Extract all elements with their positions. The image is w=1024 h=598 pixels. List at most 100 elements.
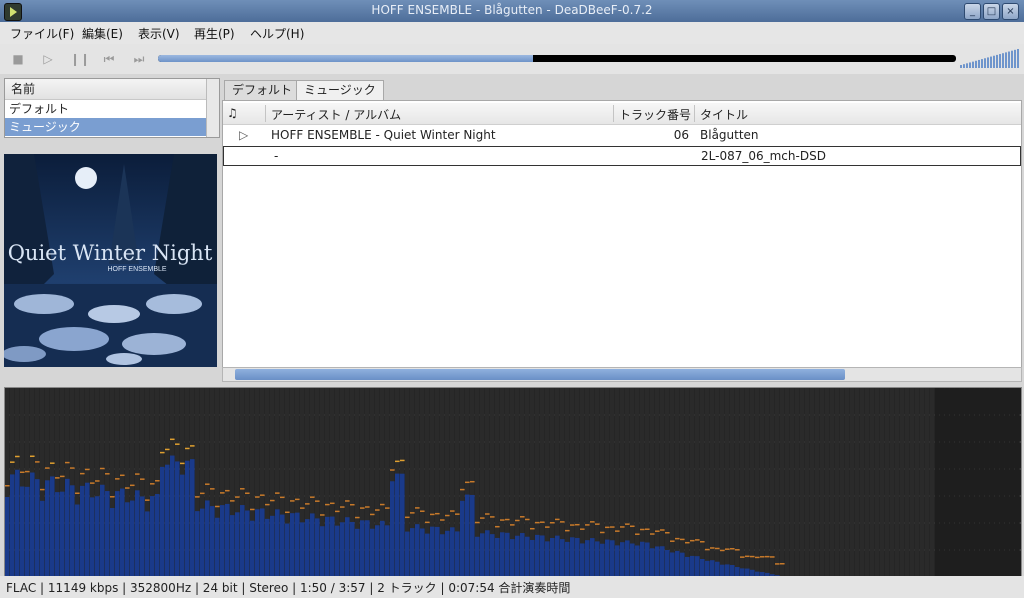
spectrum-bar <box>115 491 120 577</box>
menu-bar: ファイル(F) 編集(E) 表示(V) 再生(P) ヘルプ(H) <box>0 22 1024 45</box>
spectrum-peak <box>405 516 410 519</box>
volume-step <box>972 61 974 68</box>
menu-playback[interactable]: 再生(P) <box>194 25 235 42</box>
spectrum-peak <box>260 494 265 496</box>
album-art: Quiet Winter Night HOFF ENSEMBLE <box>4 154 217 367</box>
spectrum-peak <box>270 499 275 502</box>
play-icon[interactable]: ▷ <box>39 50 57 68</box>
cell-artist-album: - <box>274 149 279 163</box>
scrollbar-thumb[interactable] <box>235 369 845 380</box>
spectrum-peak <box>560 521 565 523</box>
menu-help[interactable]: ヘルプ(H) <box>250 25 304 42</box>
spectrum-bar <box>420 528 425 577</box>
spectrum-peak <box>310 496 315 498</box>
spectrum-peak <box>660 529 665 531</box>
spectrum-bar <box>355 528 360 577</box>
spectrum-bar <box>585 540 590 577</box>
playlist-scrollbar[interactable] <box>206 79 219 137</box>
spectrum-peak <box>750 555 755 558</box>
spectrum-peak <box>450 510 455 512</box>
tab-default[interactable]: デフォルト <box>224 80 301 100</box>
spectrum-bar <box>500 532 505 577</box>
spectrum-bar <box>200 508 205 577</box>
spectrum-peak <box>595 523 600 525</box>
spectrum-peak <box>695 539 700 541</box>
spectrum-peak <box>60 475 65 478</box>
title-bar: HOFF ENSEMBLE - Blågutten - DeaDBeeF-0.7… <box>0 0 1024 22</box>
spectrum-peak <box>775 563 780 565</box>
maximize-button[interactable]: □ <box>983 3 1000 20</box>
spectrum-bar <box>300 522 305 577</box>
menu-edit[interactable]: 編集(E) <box>82 25 123 42</box>
spectrum-bar-background <box>890 388 895 577</box>
volume-step <box>987 57 989 68</box>
spectrum-peak <box>195 496 200 498</box>
minimize-button[interactable]: _ <box>964 3 981 20</box>
column-track-number[interactable]: トラック番号 <box>619 106 691 123</box>
column-separator[interactable] <box>613 105 614 122</box>
playlist-item-music[interactable]: ミュージック <box>5 118 219 136</box>
spectrum-peak <box>120 474 125 477</box>
status-bar: FLAC | 11149 kbps | 352800Hz | 24 bit | … <box>0 576 1024 598</box>
spectrum-peak <box>55 477 60 479</box>
spectrum-bar <box>465 494 470 577</box>
volume-bar[interactable] <box>958 48 1020 70</box>
seek-bar[interactable] <box>158 55 956 62</box>
spectrum-bar <box>70 485 75 577</box>
column-title[interactable]: タイトル <box>700 106 748 123</box>
spectrum-peak <box>170 438 175 441</box>
tab-music[interactable]: ミュージック <box>296 80 384 100</box>
spectrum-bar <box>260 508 265 577</box>
spectrum-bar <box>225 503 230 577</box>
spectrum-bar-background <box>895 388 900 577</box>
playlist-item-default[interactable]: デフォルト <box>5 100 219 118</box>
playlist-header[interactable]: 名前 <box>5 79 219 100</box>
spectrum-peak <box>240 488 245 490</box>
spectrum-peak <box>565 529 570 532</box>
column-playing[interactable]: ♫ <box>227 106 238 120</box>
column-artist-album[interactable]: アーティスト / アルバム <box>271 106 401 123</box>
track-row[interactable]: ▷ HOFF ENSEMBLE - Quiet Winter Night 06 … <box>223 125 1021 145</box>
spectrum-bar <box>505 532 510 577</box>
track-row[interactable]: - 2L-087_06_mch-DSD <box>223 146 1021 166</box>
spectrum-peak <box>75 492 80 495</box>
spectrum-peak <box>125 487 130 489</box>
spectrum-peak <box>390 469 395 471</box>
spectrum-bar <box>290 513 295 577</box>
spectrum-peak <box>445 514 450 517</box>
spectrum-peak <box>585 524 590 526</box>
close-button[interactable]: × <box>1002 3 1019 20</box>
spectrum-peak <box>500 519 505 521</box>
column-separator[interactable] <box>694 105 695 122</box>
spectrum-peak <box>350 503 355 506</box>
spectrum-bar <box>645 542 650 577</box>
spectrum-bar <box>120 488 125 577</box>
spectrum-bar <box>390 481 395 577</box>
column-separator[interactable] <box>265 105 266 122</box>
next-icon[interactable]: ⏭ <box>130 50 148 68</box>
spectrum-peak <box>470 480 475 483</box>
menu-file[interactable]: ファイル(F) <box>10 25 74 42</box>
spectrum-bar <box>430 526 435 577</box>
spectrum-peak <box>65 461 70 464</box>
spectrum-bar <box>20 486 25 577</box>
previous-icon[interactable]: ⏮ <box>100 50 118 68</box>
spectrum-peak <box>175 443 180 445</box>
spectrum-peak <box>150 483 155 485</box>
pause-icon[interactable]: ❙❙ <box>70 50 90 68</box>
track-list: ♫ アーティスト / アルバム トラック番号 タイトル ▷ HOFF ENSEM… <box>222 100 1022 370</box>
spectrum-bar-background <box>830 388 835 577</box>
spectrum-bar <box>280 514 285 577</box>
menu-view[interactable]: 表示(V) <box>138 25 180 42</box>
spectrum-bar <box>485 530 490 577</box>
stop-icon[interactable]: ■ <box>9 50 27 68</box>
spectrum-bar <box>60 491 65 577</box>
spectrum-peak <box>70 467 75 469</box>
spectrum-analyzer <box>4 387 1022 578</box>
spectrum-bar-background <box>920 388 925 577</box>
spectrum-bar <box>240 505 245 577</box>
horizontal-scrollbar[interactable] <box>222 367 1022 382</box>
spectrum-bar-background <box>970 388 975 577</box>
spectrum-bar <box>40 500 45 577</box>
spectrum-bar <box>45 480 50 577</box>
